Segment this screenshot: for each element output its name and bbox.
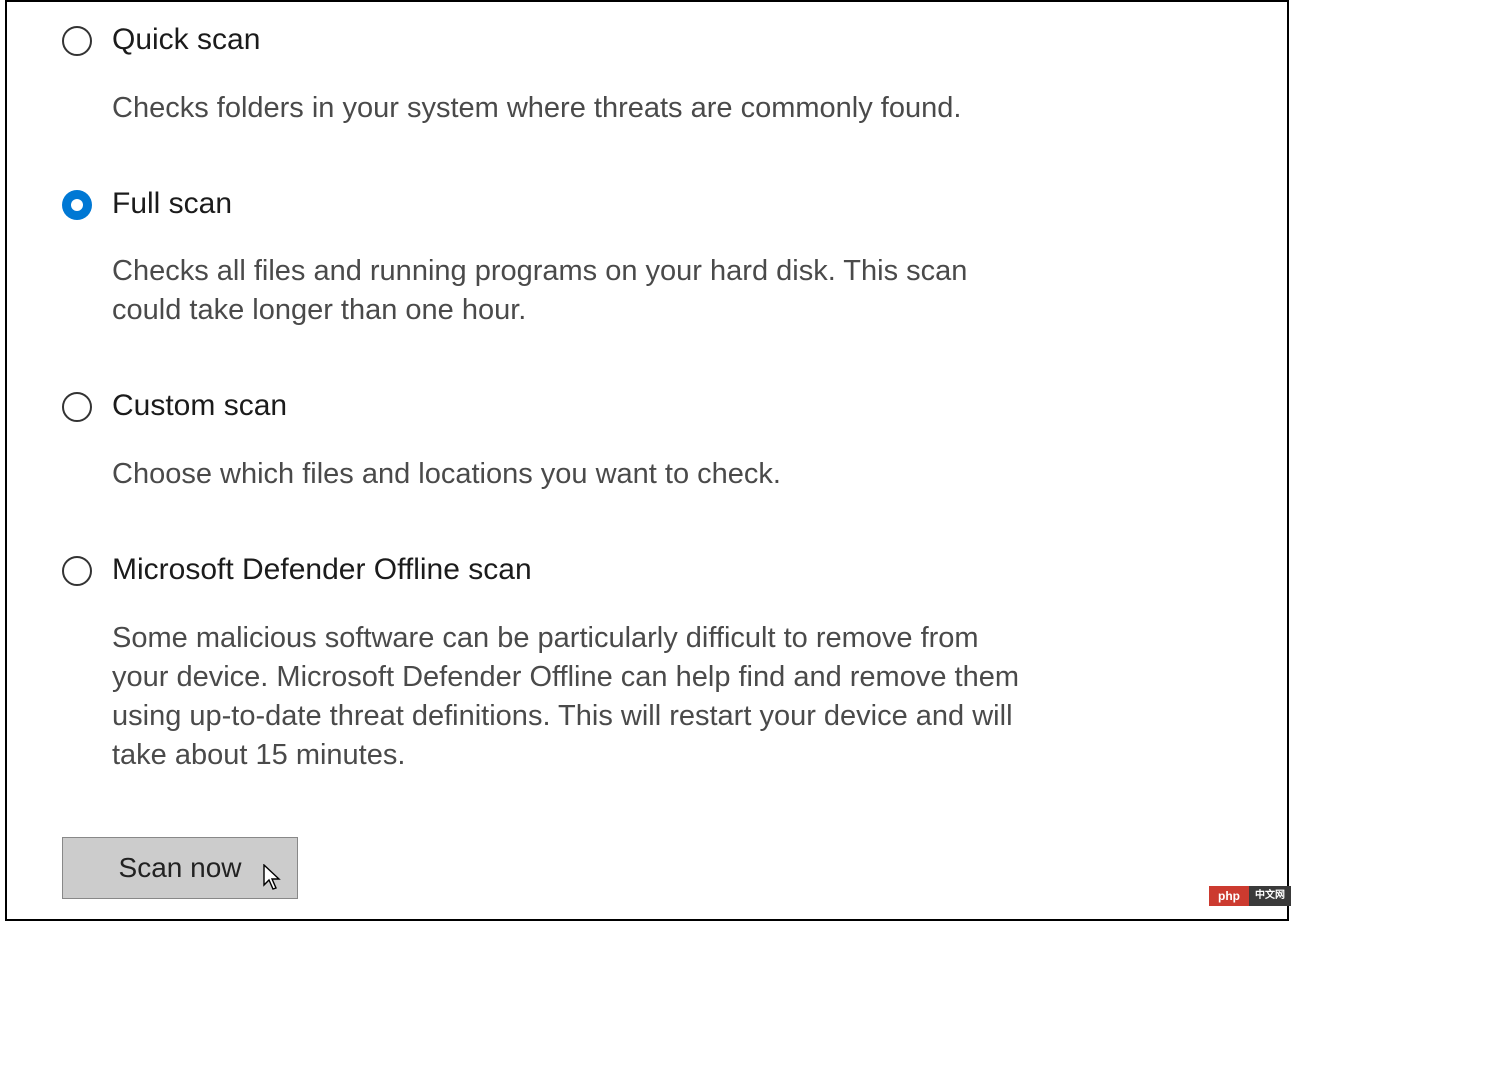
watermark-badge: php 中文网 (1209, 886, 1291, 906)
option-quick-scan: Quick scan Checks folders in your system… (62, 20, 1287, 128)
option-title-offline: Microsoft Defender Offline scan (112, 550, 532, 591)
radio-quick-scan[interactable] (62, 26, 92, 56)
option-title-custom: Custom scan (112, 386, 287, 427)
watermark-left: php (1209, 886, 1249, 906)
radio-custom-scan[interactable] (62, 392, 92, 422)
option-offline-scan: Microsoft Defender Offline scan Some mal… (62, 550, 1287, 775)
radio-offline-scan[interactable] (62, 556, 92, 586)
scan-options-panel: Quick scan Checks folders in your system… (5, 0, 1289, 921)
option-desc-offline: Some malicious software can be particula… (112, 619, 1022, 776)
option-desc-full: Checks all files and running programs on… (112, 252, 1022, 330)
option-title-full: Full scan (112, 184, 232, 225)
option-full-scan: Full scan Checks all files and running p… (62, 184, 1287, 331)
radio-full-scan[interactable] (62, 190, 92, 220)
option-title-quick: Quick scan (112, 20, 260, 61)
option-desc-quick: Checks folders in your system where thre… (112, 89, 1022, 128)
option-desc-custom: Choose which files and locations you wan… (112, 455, 1022, 494)
scan-now-button[interactable]: Scan now (62, 837, 298, 899)
watermark-right: 中文网 (1249, 886, 1291, 906)
option-custom-scan: Custom scan Choose which files and locat… (62, 386, 1287, 494)
